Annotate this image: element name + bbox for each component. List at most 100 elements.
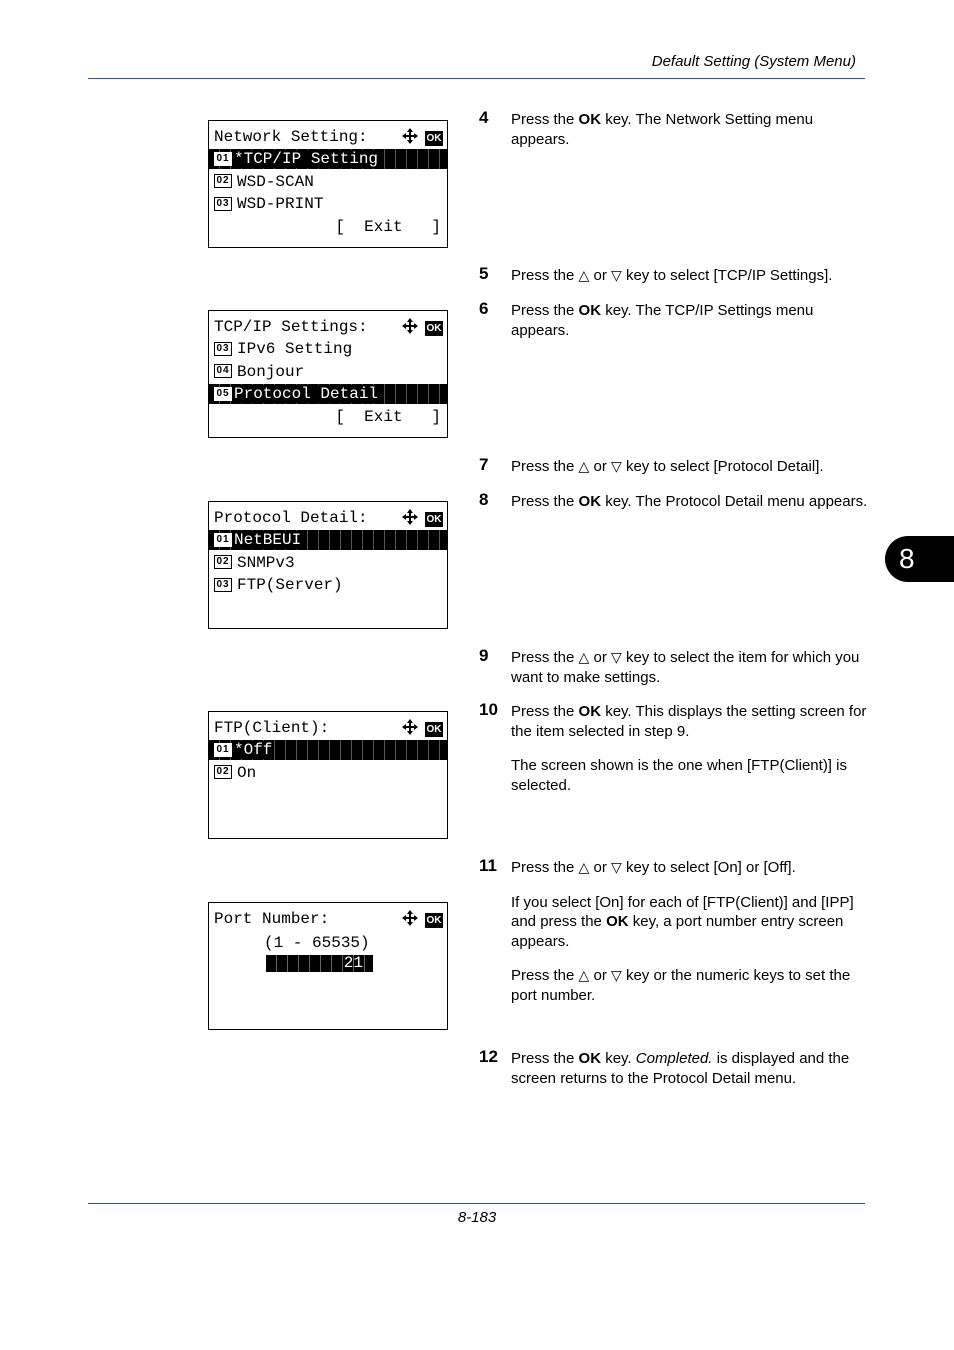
- four-way-arrow-icon: [401, 318, 419, 339]
- lcd-row-label: NetBEUI: [234, 531, 302, 549]
- exit-button[interactable]: [ Exit ]: [209, 407, 447, 427]
- four-way-arrow-icon: [401, 910, 419, 931]
- lcd-row-label: Bonjour: [237, 362, 305, 381]
- lcd-row-label: WSD-PRINT: [237, 195, 324, 213]
- ok-key-label: OK: [578, 703, 602, 720]
- step-text: Press the OK key. Completed. is displaye…: [511, 1049, 869, 1088]
- chapter-number: 8: [899, 543, 915, 574]
- step-7: 7 Press the △ or ▽ key to select [Protoco…: [479, 455, 869, 492]
- lcd-row-selected[interactable]: 01 *Off: [209, 740, 447, 760]
- lcd-row-label: WSD-SCAN: [237, 172, 314, 191]
- up-triangle-icon: △: [578, 967, 590, 983]
- step-number: 5: [479, 264, 489, 283]
- lcd-screen: FTP(Client): OK 01 *Off 02 On: [208, 711, 448, 839]
- ok-key-icon: OK: [425, 131, 443, 146]
- step-paragraph: Press the △ or ▽ key to select the item …: [511, 649, 860, 686]
- item-number-icon: 05: [214, 386, 232, 401]
- step-paragraph: If you select [On] for each of [FTP(Clie…: [511, 893, 854, 950]
- down-triangle-icon: ▽: [611, 967, 622, 983]
- exit-button[interactable]: [ Exit ]: [209, 217, 447, 237]
- ok-key-label: OK: [578, 111, 602, 128]
- page-number: 8-183: [457, 1209, 497, 1226]
- item-number-icon: 01: [214, 532, 232, 547]
- four-way-arrow-icon: [401, 128, 419, 149]
- step-5: 5 Press the △ or ▽ key to select [TCP/IP …: [479, 264, 869, 301]
- item-number-icon: 02: [214, 555, 232, 570]
- port-range-label: (1 - 65535): [264, 934, 370, 952]
- down-triangle-icon: ▽: [611, 859, 622, 875]
- step-paragraph: Press the OK key. Completed. is displaye…: [511, 1050, 850, 1087]
- lcd-icons: OK: [401, 910, 443, 931]
- lcd-row-label: FTP(Server): [237, 576, 343, 594]
- step-paragraph: Press the △ or ▽ key or the numeric keys…: [511, 967, 851, 1004]
- lcd-screen: TCP/IP Settings: OK 03 IPv6 Setting 04 Bonjou…: [208, 310, 448, 438]
- ok-key-icon: OK: [425, 722, 443, 737]
- down-triangle-icon: ▽: [611, 649, 622, 665]
- step-text: Press the OK key. The TCP/IP Settings me…: [511, 301, 869, 340]
- lcd-row-label: SNMPv3: [237, 553, 295, 572]
- step-11: 11 Press the △ or ▽ key to select [On] or…: [479, 856, 869, 1020]
- lcd-row[interactable]: 02 SNMPv3: [209, 553, 447, 573]
- four-way-arrow-icon: [401, 509, 419, 530]
- item-number-icon: 04: [214, 364, 232, 379]
- lcd-row-label: Protocol Detail: [234, 385, 379, 403]
- lcd-row[interactable]: 02 On: [209, 763, 447, 783]
- lcd-row[interactable]: 04 Bonjour: [209, 362, 447, 382]
- lcd-icons: OK: [401, 509, 443, 530]
- lcd-row-label: IPv6 Setting: [237, 340, 353, 358]
- step-10: 10 Press the OK key. This displays the se…: [479, 700, 869, 810]
- step-number: 7: [479, 455, 489, 474]
- step-text: Press the OK key. The Protocol Detail me…: [511, 492, 869, 512]
- item-number-icon: 03: [214, 577, 232, 592]
- lcd-screen: Port Number: OK (1 - 65535) 21: [208, 902, 448, 1030]
- step-paragraph: Press the OK key. The TCP/IP Settings me…: [511, 302, 814, 339]
- ok-key-icon: OK: [425, 321, 443, 336]
- item-number-icon: 01: [214, 151, 232, 166]
- step-paragraph: The screen shown is the one when [FTP(Cl…: [511, 757, 847, 794]
- step-paragraph: Press the OK key. The Protocol Detail me…: [511, 493, 868, 510]
- step-paragraph: Press the △ or ▽ key to select [TCP/IP S…: [511, 267, 833, 284]
- step-paragraph: Press the △ or ▽ key to select [Protocol…: [511, 458, 824, 475]
- down-triangle-icon: ▽: [611, 267, 622, 283]
- up-triangle-icon: △: [578, 649, 590, 665]
- chapter-tab: 8: [885, 536, 954, 582]
- up-triangle-icon: △: [578, 458, 590, 474]
- item-number-icon: 02: [214, 174, 232, 189]
- step-text: Press the △ or ▽ key to select [On] or […: [511, 858, 869, 1005]
- lcd-icons: OK: [401, 719, 443, 740]
- step-9: 9 Press the △ or ▽ key to select the item…: [479, 646, 869, 702]
- lcd-row-label: On: [237, 763, 257, 782]
- port-number-input[interactable]: 21: [266, 955, 373, 972]
- step-number: 9: [479, 646, 489, 665]
- step-8: 8 Press the OK key. The Protocol Detail m…: [479, 490, 869, 527]
- footer-rule: [88, 1203, 865, 1204]
- page-header-title: Default Setting (System Menu): [651, 53, 856, 70]
- lcd-icons: OK: [401, 128, 443, 149]
- item-number-icon: 01: [214, 742, 232, 757]
- lcd-row-label: *TCP/IP Setting: [234, 150, 379, 168]
- lcd-row-selected[interactable]: 01 NetBEUI: [209, 530, 447, 550]
- step-number: 12: [479, 1047, 498, 1066]
- status-message: Completed.: [635, 1050, 713, 1067]
- lcd-row-label: *Off: [234, 741, 273, 759]
- step-6: 6 Press the OK key. The TCP/IP Settings m…: [479, 299, 869, 355]
- lcd-row-selected[interactable]: 01 *TCP/IP Setting: [209, 149, 447, 169]
- step-text: Press the △ or ▽ key to select [TCP/IP S…: [511, 266, 869, 286]
- ok-key-label: OK: [606, 913, 629, 930]
- lcd-row[interactable]: 02 WSD-SCAN: [209, 172, 447, 192]
- step-number: 8: [479, 490, 489, 509]
- lcd-row-selected[interactable]: 05 Protocol Detail: [209, 384, 447, 404]
- ok-key-label: OK: [578, 493, 602, 510]
- up-triangle-icon: △: [578, 267, 590, 283]
- down-triangle-icon: ▽: [611, 458, 622, 474]
- step-12: 12 Press the OK key. Completed. is displa…: [479, 1047, 869, 1103]
- four-way-arrow-icon: [401, 719, 419, 740]
- lcd-row[interactable]: 03 IPv6 Setting: [209, 339, 447, 359]
- header-rule: [88, 78, 865, 79]
- item-number-icon: 03: [214, 341, 232, 356]
- lcd-row[interactable]: 03 WSD-PRINT: [209, 194, 447, 214]
- step-text: Press the OK key. This displays the sett…: [511, 702, 869, 795]
- ok-key-label: OK: [578, 302, 602, 319]
- lcd-row[interactable]: 03 FTP(Server): [209, 575, 447, 595]
- step-number: 10: [479, 700, 498, 719]
